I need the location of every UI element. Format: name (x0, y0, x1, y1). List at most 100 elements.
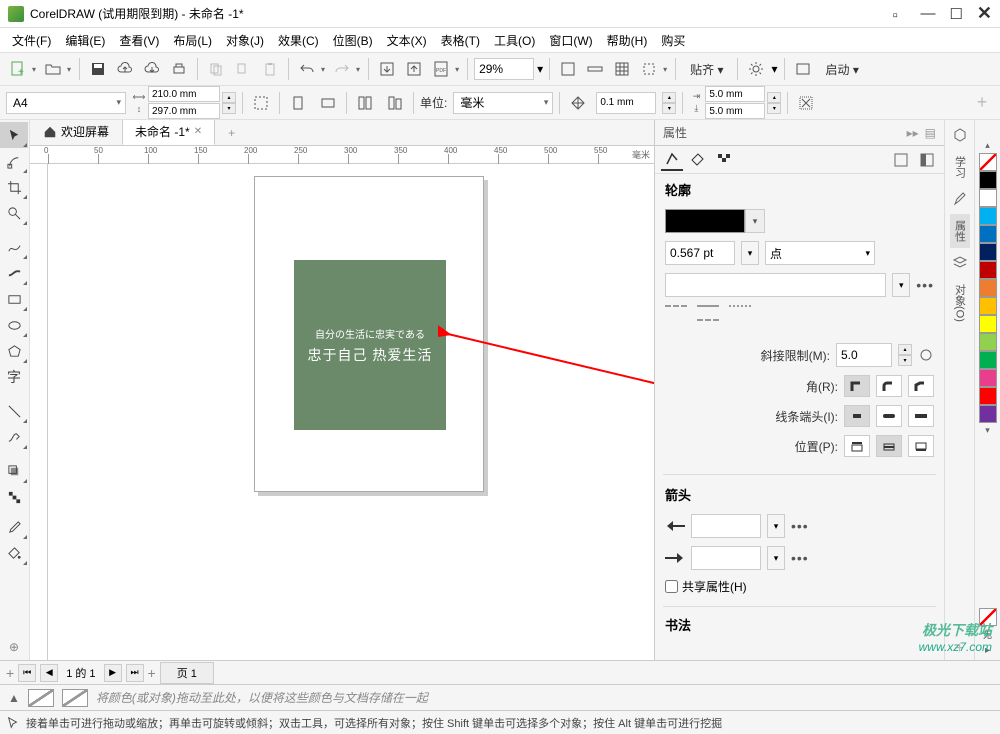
palette-swatch[interactable] (979, 387, 997, 405)
docpal-nostroke[interactable] (62, 689, 88, 707)
docker-menu-icon[interactable]: ▤ (925, 126, 936, 140)
account-icon[interactable]: ▫ (892, 7, 906, 21)
docpal-nofill[interactable] (28, 689, 54, 707)
menu-edit[interactable]: 编辑(E) (59, 29, 111, 52)
outline-color-swatch[interactable] (665, 209, 745, 233)
next-page[interactable]: ▶ (104, 664, 122, 682)
cut-button[interactable] (231, 57, 255, 81)
palette-swatch[interactable] (979, 207, 997, 225)
polygon-tool[interactable] (0, 338, 28, 364)
menu-table[interactable]: 表格(T) (435, 29, 486, 52)
open-button[interactable] (41, 57, 65, 81)
dropshadow-tool[interactable] (0, 458, 28, 484)
menu-window[interactable]: 窗口(W) (543, 29, 598, 52)
outline-unit-select[interactable]: 点 (765, 241, 875, 265)
dupx-input[interactable]: 5.0 mm (705, 86, 765, 102)
cap-round[interactable] (876, 405, 902, 427)
docker-add[interactable]: + (949, 638, 971, 660)
outline-tab[interactable] (661, 149, 683, 171)
pos-inside[interactable] (908, 435, 934, 457)
arrow-start-more[interactable]: ••• (791, 518, 809, 534)
outline-width-dropdown[interactable]: ▾ (741, 241, 759, 265)
menu-effect[interactable]: 效果(C) (272, 29, 325, 52)
rectangle-tool[interactable] (0, 286, 28, 312)
palette-swatch[interactable] (979, 315, 997, 333)
outline-width-input[interactable]: 0.567 pt (665, 241, 735, 265)
unit-select[interactable]: 毫米 (453, 92, 553, 114)
docker-3d-icon[interactable] (949, 124, 971, 146)
nudge-input[interactable]: 0.1 mm (596, 92, 656, 114)
prev-page[interactable]: ◀ (40, 664, 58, 682)
page-height-input[interactable]: 297.0 mm (148, 103, 220, 119)
outline-color-dropdown[interactable]: ▾ (745, 209, 765, 233)
paste-button[interactable] (258, 57, 282, 81)
close-button[interactable]: ✕ (977, 3, 992, 24)
vtab-props[interactable]: 属性 (950, 214, 970, 248)
pagesize-select[interactable]: A4 (6, 92, 126, 114)
last-page[interactable]: ⏭ (126, 664, 144, 682)
palette-swatch[interactable] (979, 333, 997, 351)
menu-object[interactable]: 对象(J) (220, 29, 270, 52)
transparency-tool[interactable] (0, 484, 28, 510)
autofit-button[interactable] (249, 91, 273, 115)
arrow-end-select[interactable] (691, 546, 761, 570)
shape-tool[interactable] (0, 148, 28, 174)
menu-file[interactable]: 文件(F) (6, 29, 57, 52)
launch-button[interactable]: 启动 ▾ (818, 58, 867, 81)
tab-close-icon[interactable]: ✕ (194, 126, 202, 137)
panel-mode1[interactable] (890, 149, 912, 171)
toolbox-more[interactable]: ⊕ (0, 634, 28, 660)
vtab-objects[interactable]: 对象(O) (950, 278, 970, 328)
text-tool[interactable]: 字 (0, 364, 28, 390)
docker-brush-icon[interactable] (949, 188, 971, 210)
ellipse-tool[interactable] (0, 312, 28, 338)
palette-more[interactable]: ▸ (985, 645, 990, 656)
dupy-input[interactable]: 5.0 mm (705, 103, 765, 119)
palette-swatch[interactable] (979, 279, 997, 297)
menu-layout[interactable]: 布局(L) (167, 29, 218, 52)
fill-tab[interactable] (687, 149, 709, 171)
share-attrs-checkbox[interactable] (665, 580, 678, 593)
pos-outside[interactable] (844, 435, 870, 457)
fill-tool[interactable] (0, 540, 28, 566)
pdf-button[interactable]: PDF (429, 57, 453, 81)
cloud-down-button[interactable] (140, 57, 164, 81)
options-button[interactable] (744, 57, 768, 81)
tab-document[interactable]: 未命名 -1* ✕ (122, 120, 215, 145)
dash2[interactable] (697, 305, 719, 321)
new-button[interactable]: + (6, 57, 30, 81)
corner-miter[interactable] (844, 375, 870, 397)
landscape-button[interactable] (316, 91, 340, 115)
menu-help[interactable]: 帮助(H) (601, 29, 654, 52)
artistic-media-tool[interactable] (0, 260, 28, 286)
fullscreen-button[interactable] (556, 57, 580, 81)
import-button[interactable] (375, 57, 399, 81)
page-width-input[interactable]: 210.0 mm (148, 86, 220, 102)
outline-style-more[interactable]: ••• (916, 277, 934, 293)
palette-swatch[interactable] (979, 351, 997, 369)
docker-collapse-icon[interactable]: ▸▸ (907, 126, 919, 140)
cloud-up-button[interactable] (113, 57, 137, 81)
freehand-tool[interactable] (0, 234, 28, 260)
minimize-button[interactable]: — (920, 5, 935, 22)
docker-layers-icon[interactable] (949, 252, 971, 274)
guides-button[interactable] (637, 57, 661, 81)
menu-tools[interactable]: 工具(O) (488, 29, 541, 52)
menu-buy[interactable]: 购买 (655, 29, 691, 52)
arrow-end-more[interactable]: ••• (791, 550, 809, 566)
redo-button[interactable] (330, 57, 354, 81)
palette-swatch[interactable] (979, 243, 997, 261)
dash3[interactable] (729, 305, 751, 321)
export-button[interactable] (402, 57, 426, 81)
menu-view[interactable]: 查看(V) (113, 29, 165, 52)
page-tab[interactable]: 页 1 (160, 662, 214, 684)
cap-square[interactable] (908, 405, 934, 427)
launch-icon[interactable] (791, 57, 815, 81)
maximize-button[interactable]: ☐ (949, 5, 962, 23)
transparency-tab[interactable] (713, 149, 735, 171)
grid-button[interactable] (610, 57, 634, 81)
vtab-learn[interactable]: 学习 (950, 150, 970, 184)
print-button[interactable] (167, 57, 191, 81)
palette-swatch[interactable] (979, 225, 997, 243)
add-page-button[interactable]: + (6, 665, 14, 681)
